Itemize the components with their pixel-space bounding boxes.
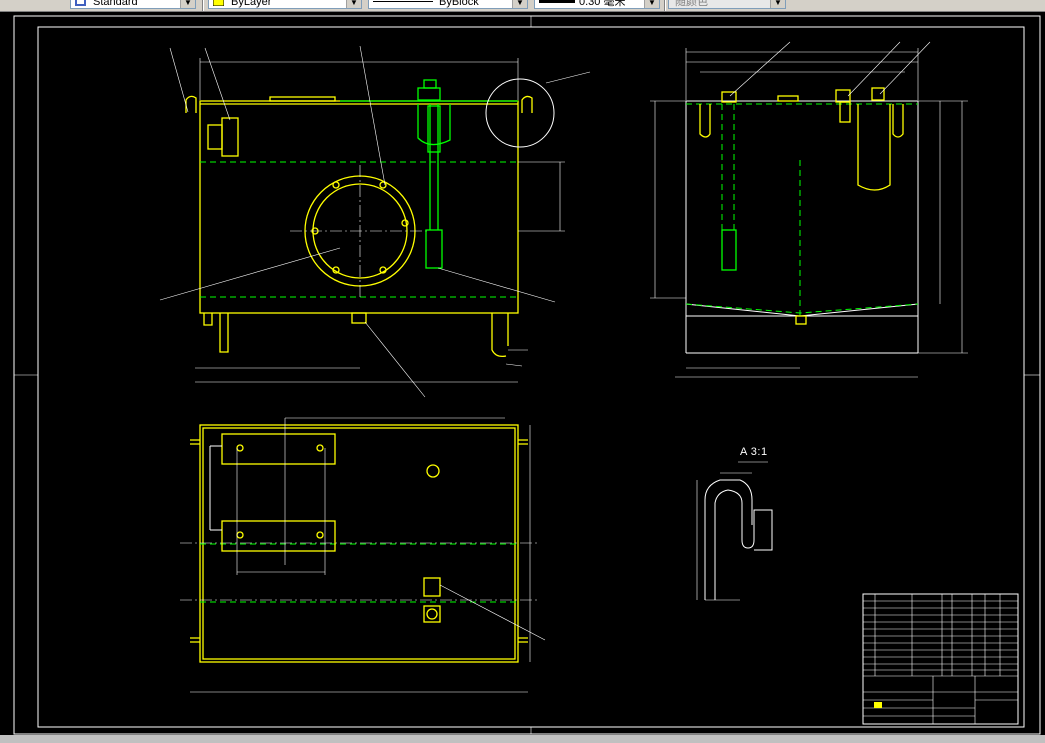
cad-drawing: .w { stroke:#fff; fill:none; stroke-widt… (13, 15, 1041, 735)
text-style-value: Standard (93, 0, 138, 8)
linetype-value: ByBlock (439, 0, 479, 8)
chevron-down-icon[interactable]: ▼ (180, 0, 195, 8)
layer-color-icon (213, 0, 224, 6)
front-view (159, 45, 591, 398)
drawing-frame (13, 15, 1041, 735)
text-style-combo[interactable]: Standard ▼ (70, 0, 196, 9)
toolbar-separator (202, 0, 204, 11)
chevron-down-icon[interactable]: ▼ (770, 0, 785, 8)
chevron-down-icon[interactable]: ▼ (512, 0, 527, 8)
layer-combo[interactable]: ByLayer ▼ (208, 0, 362, 9)
linetype-combo[interactable]: ByBlock ▼ (368, 0, 528, 9)
title-block (862, 593, 1019, 725)
drawing-canvas[interactable]: .w { stroke:#fff; fill:none; stroke-widt… (0, 12, 1045, 743)
linetype-line-icon (373, 1, 433, 2)
chevron-down-icon[interactable]: ▼ (644, 0, 659, 8)
layer-value: ByLayer (231, 0, 272, 8)
toolbar-separator (664, 0, 666, 11)
bottom-scrollbar[interactable] (0, 735, 1045, 743)
lineweight-combo[interactable]: 0.30 毫米 ▼ (534, 0, 660, 9)
chevron-down-icon[interactable]: ▼ (346, 0, 361, 8)
detail-view-label: A 3:1 (740, 446, 768, 458)
side-view (650, 41, 968, 378)
text-style-icon (75, 0, 86, 6)
top-view (180, 417, 546, 693)
detail-a (696, 461, 773, 601)
properties-toolbar: Standard ▼ ByLayer ▼ ByBlock ▼ 0.30 毫米 ▼… (0, 0, 1045, 12)
lineweight-value: 0.30 毫米 (579, 0, 626, 8)
lineweight-line-icon (539, 0, 575, 3)
plot-style-value: 随颜色 (675, 0, 708, 8)
plot-style-combo[interactable]: 随颜色 ▼ (668, 0, 786, 9)
